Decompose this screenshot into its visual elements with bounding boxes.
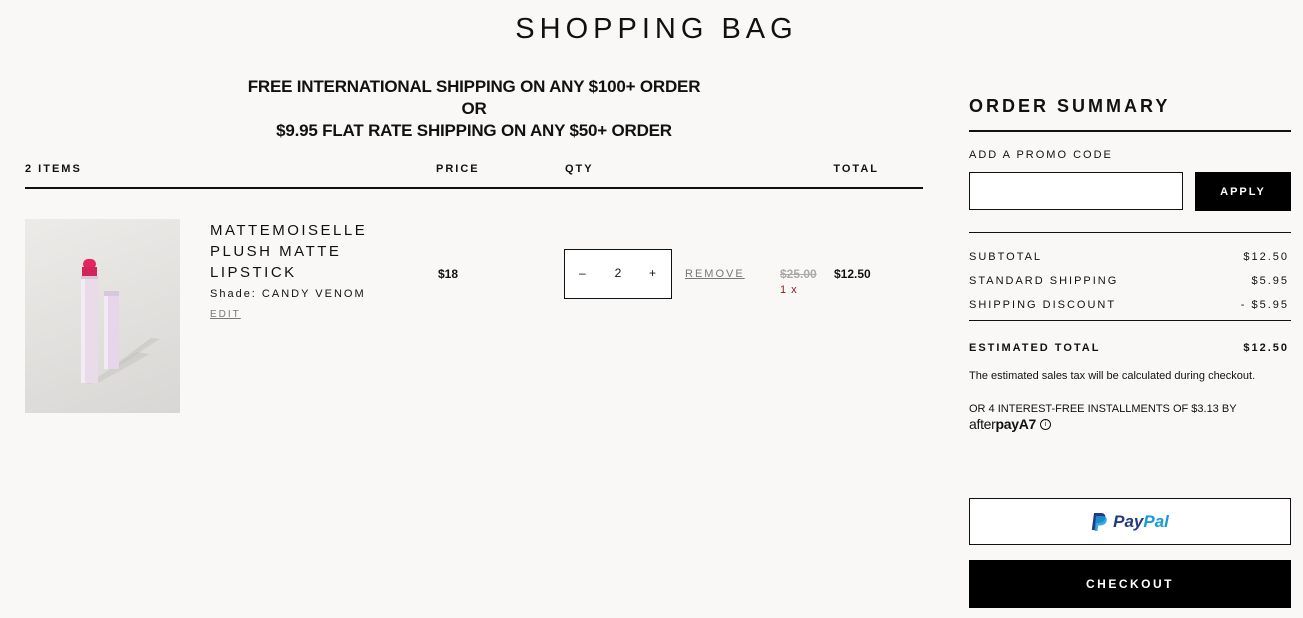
subtotal-label: SUBTOTAL [969, 251, 1043, 263]
items-count: 2 ITEMS [25, 163, 82, 175]
quantity-stepper: – 2 + [564, 249, 672, 299]
summary-divider [969, 232, 1291, 233]
afterpay-mark: A7 [1018, 416, 1037, 432]
cart-column-header: 2 ITEMS PRICE QTY TOTAL [25, 163, 923, 189]
estimated-total-label: ESTIMATED TOTAL [969, 342, 1101, 354]
estimated-total-value: $12.50 [1243, 342, 1289, 354]
summary-divider [969, 320, 1291, 321]
afterpay-after: after [969, 416, 996, 432]
paypal-word-pay: Pay [1113, 511, 1144, 531]
banner-line-1: FREE INTERNATIONAL SHIPPING ON ANY $100+… [247, 77, 701, 96]
tax-note: The estimated sales tax will be calculat… [969, 370, 1256, 382]
lipstick-product-icon [81, 259, 160, 384]
qty-column-label: QTY [565, 163, 594, 175]
discount-quantity-note: 1 x [780, 284, 798, 296]
sale-total-price: $12.50 [834, 267, 871, 281]
product-shade: Shade: CANDY VENOM [210, 288, 366, 300]
banner-line-2: OR [461, 99, 487, 118]
subtotal-value: $12.50 [1243, 251, 1289, 263]
afterpay-row: afterpayA7 i [969, 416, 1052, 432]
afterpay-logo: afterpayA7 [969, 416, 1036, 432]
shipping-value: $5.95 [1251, 275, 1289, 287]
item-unit-price: $18 [438, 267, 459, 281]
decrement-quantity-button[interactable]: – [579, 266, 586, 280]
paypal-checkout-button[interactable]: PayPal [969, 498, 1291, 545]
product-name[interactable]: MATTEMOISELLE PLUSH MATTE LIPSTICK [210, 220, 410, 283]
shipping-promo-banner: FREE INTERNATIONAL SHIPPING ON ANY $100+… [25, 76, 923, 142]
remove-item-link[interactable]: REMOVE [685, 268, 745, 280]
edit-item-link[interactable]: EDIT [210, 309, 241, 320]
promo-code-label: ADD A PROMO CODE [969, 149, 1113, 161]
installments-text: OR 4 INTEREST-FREE INSTALLMENTS OF $3.13… [969, 403, 1237, 415]
banner-line-3: $9.95 FLAT RATE SHIPPING ON ANY $50+ ORD… [276, 121, 672, 140]
increment-quantity-button[interactable]: + [649, 266, 656, 280]
shipping-label: STANDARD SHIPPING [969, 275, 1119, 287]
info-icon[interactable]: i [1040, 418, 1052, 430]
price-column-label: PRICE [436, 163, 480, 175]
apply-promo-button[interactable]: APPLY [1195, 172, 1291, 211]
afterpay-pay: pay [995, 416, 1020, 432]
product-image[interactable] [25, 219, 180, 413]
summary-divider [969, 130, 1291, 132]
promo-code-input[interactable] [969, 172, 1183, 210]
order-summary-title: ORDER SUMMARY [969, 96, 1171, 116]
paypal-wordmark: PayPal [1113, 512, 1169, 532]
total-column-label: TOTAL [833, 163, 879, 175]
paypal-icon [1091, 513, 1107, 531]
page-title: SHOPPING BAG [515, 13, 798, 45]
checkout-button[interactable]: CHECKOUT [969, 560, 1291, 608]
paypal-word-pal: Pal [1143, 511, 1169, 531]
original-total-price: $25.00 [780, 267, 817, 281]
shipping-discount-label: SHIPPING DISCOUNT [969, 299, 1117, 311]
shipping-discount-value: - $5.95 [1240, 299, 1289, 311]
quantity-value[interactable]: 2 [611, 266, 625, 280]
